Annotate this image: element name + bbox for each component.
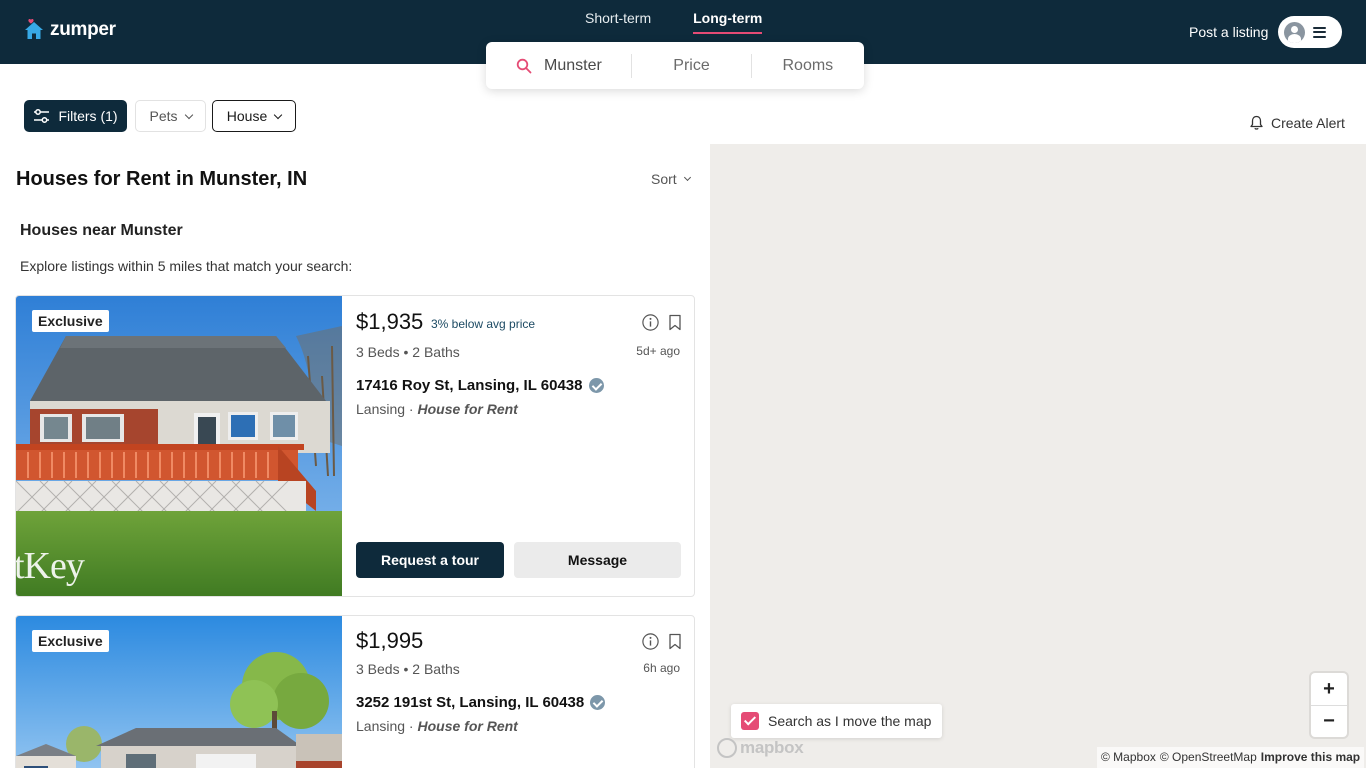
map-attribution: © Mapbox © OpenStreetMap Improve this ma…	[1097, 747, 1365, 768]
address-text: 17416 Roy St, Lansing, IL 60438	[356, 377, 583, 394]
zoom-out-button[interactable]: −	[1311, 705, 1347, 737]
search-as-move-label: Search as I move the map	[768, 713, 932, 729]
beds-baths: 3 Beds • 2 Baths	[356, 344, 460, 360]
section-subtitle: Explore listings within 5 miles that mat…	[20, 258, 353, 274]
neighborhood-text: Lansing	[356, 718, 406, 734]
mapbox-logo-icon	[717, 738, 737, 758]
listing-price: $1,935	[356, 309, 424, 334]
bell-icon	[1250, 115, 1263, 130]
sliders-icon	[34, 109, 50, 123]
search-bar: Munster Price Rooms	[486, 42, 864, 89]
posted-time: 5d+ ago	[636, 344, 680, 358]
listing-type: House for Rent	[417, 401, 518, 417]
listing-type: House for Rent	[417, 718, 518, 734]
create-alert-button[interactable]: Create Alert	[1249, 115, 1345, 131]
post-listing-link[interactable]: Post a listing	[1189, 24, 1268, 40]
check-badge-icon	[590, 695, 606, 710]
posted-time: 6h ago	[643, 661, 680, 675]
check-badge-icon	[588, 378, 604, 393]
bookmark-icon[interactable]	[668, 314, 682, 331]
price-field[interactable]: Price	[632, 42, 750, 89]
listing-card[interactable]: Exclusive $1,995 3 Beds • 2 Baths 6h ago…	[15, 615, 695, 768]
user-menu-button[interactable]	[1278, 16, 1342, 48]
create-alert-label: Create Alert	[1271, 115, 1345, 131]
listing-neighborhood: Lansing · House for Rent	[356, 718, 518, 734]
neighborhood-text: Lansing	[356, 401, 406, 417]
user-avatar-icon	[1284, 21, 1305, 43]
page-title: Houses for Rent in Munster, IN	[16, 168, 308, 190]
chevron-down-icon	[184, 110, 193, 119]
pets-filter-dropdown[interactable]: Pets	[135, 100, 206, 132]
tab-long-term[interactable]: Long-term	[693, 10, 763, 34]
bookmark-icon[interactable]	[668, 633, 682, 650]
exclusive-badge: Exclusive	[32, 310, 109, 332]
price-comparison-note: 3% below avg price	[431, 317, 536, 331]
listing-price: $1,995	[356, 628, 424, 653]
pets-label: Pets	[149, 108, 178, 124]
zumper-logo[interactable]: zumper	[24, 19, 116, 41]
info-icon[interactable]	[642, 314, 659, 331]
address-text: 3252 191st St, Lansing, IL 60438	[356, 694, 585, 711]
exclusive-badge: Exclusive	[32, 630, 109, 652]
logo-text: zumper	[50, 19, 116, 40]
chevron-down-icon	[683, 173, 691, 182]
rooms-field[interactable]: Rooms	[752, 42, 864, 89]
section-title: Houses near Munster	[20, 222, 183, 239]
attribution-osm[interactable]: © OpenStreetMap	[1160, 750, 1257, 765]
tab-short-term[interactable]: Short-term	[585, 10, 651, 34]
listing-address[interactable]: 3252 191st St, Lansing, IL 60438	[356, 694, 606, 711]
listing-neighborhood: Lansing · House for Rent	[356, 401, 518, 417]
improve-map-link[interactable]: Improve this map	[1261, 750, 1360, 765]
menu-icon	[1313, 26, 1326, 38]
zoom-in-button[interactable]: +	[1311, 673, 1347, 705]
listing-card[interactable]: Exclusive tKey $1,935 3% below avg price…	[15, 295, 695, 597]
property-type-dropdown[interactable]: House	[212, 100, 296, 132]
listing-address[interactable]: 17416 Roy St, Lansing, IL 60438	[356, 377, 604, 394]
attribution-mapbox[interactable]: © Mapbox	[1101, 750, 1156, 765]
listing-photo[interactable]: Exclusive tKey	[16, 296, 342, 596]
sort-dropdown[interactable]: Sort	[651, 171, 691, 187]
photo-watermark: tKey	[16, 545, 85, 587]
beds-baths: 3 Beds • 2 Baths	[356, 661, 460, 677]
info-icon[interactable]	[642, 633, 659, 650]
rental-term-tabs: Short-term Long-term	[585, 10, 763, 34]
search-icon	[516, 58, 532, 73]
location-value: Munster	[544, 56, 602, 74]
location-search-field[interactable]: Munster	[486, 42, 631, 89]
listing-photo[interactable]: Exclusive	[16, 616, 342, 768]
zoom-controls: + −	[1311, 673, 1347, 737]
map-panel[interactable]: Search as I move the map + − mapbox © Ma…	[710, 144, 1366, 768]
sort-label: Sort	[651, 171, 677, 187]
filters-button[interactable]: Filters (1)	[24, 100, 127, 132]
house-label: House	[226, 108, 268, 124]
mapbox-logo[interactable]: mapbox	[717, 738, 804, 758]
mapbox-logo-text: mapbox	[740, 738, 804, 757]
request-tour-button[interactable]: Request a tour	[356, 542, 504, 578]
message-button[interactable]: Message	[514, 542, 681, 578]
search-as-move-toggle[interactable]: Search as I move the map	[731, 704, 942, 738]
checkbox-checked-icon[interactable]	[741, 712, 759, 730]
chevron-down-icon	[273, 110, 283, 119]
filters-label: Filters (1)	[58, 108, 118, 124]
house-icon	[25, 19, 43, 39]
